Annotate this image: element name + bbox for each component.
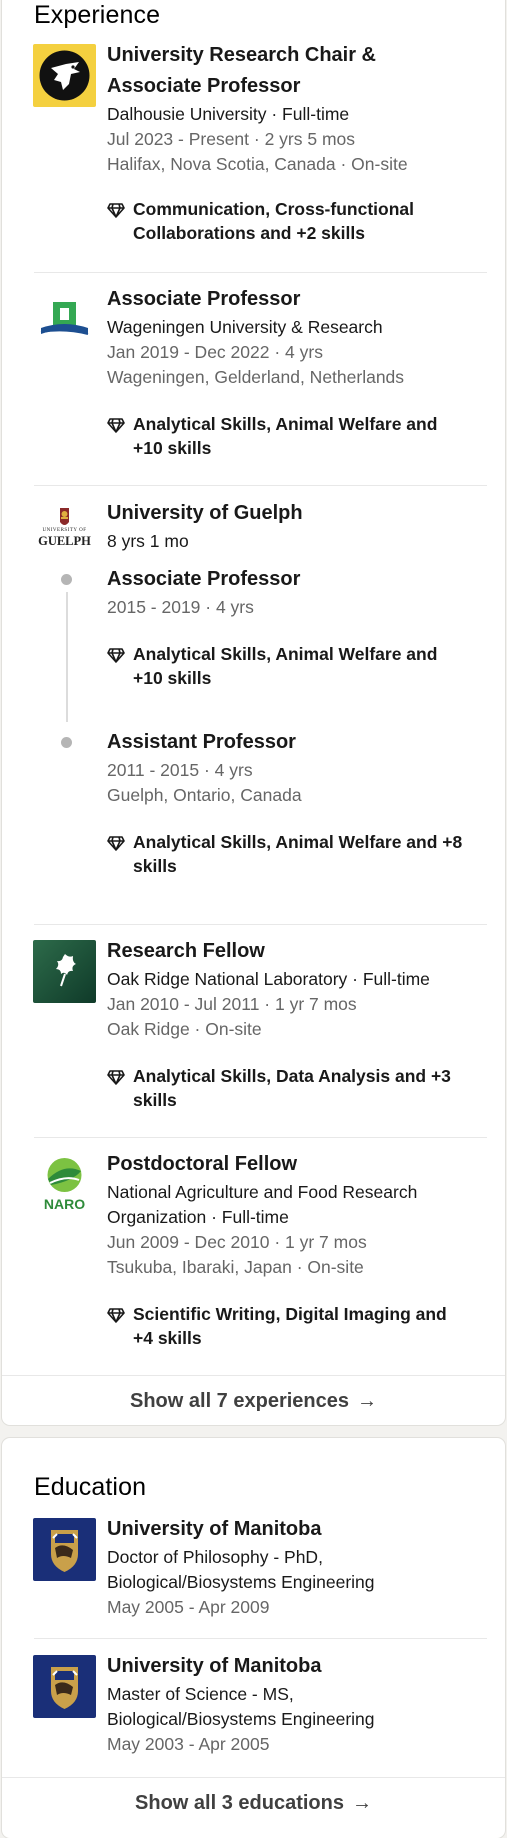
oak-ridge-logo[interactable]: [33, 940, 96, 1003]
skills-summary[interactable]: Analytical Skills, Animal Welfare and +8…: [107, 830, 487, 878]
job-title: Associate Professor: [107, 288, 301, 310]
diamond-icon: [107, 418, 125, 433]
company-name: Wageningen University & Research: [107, 317, 383, 337]
university-of-manitoba-logo[interactable]: [33, 1655, 96, 1718]
job-location: Oak Ridge · On-site: [107, 1019, 262, 1039]
divider: [34, 1638, 487, 1639]
skills-text: Analytical Skills, Data Analysis and +3: [133, 1066, 451, 1086]
guelph-logo-text: GUELPH: [38, 534, 91, 548]
company-name-cont: Organization · Full-time: [107, 1207, 289, 1227]
skills-text-cont: skills: [133, 1090, 177, 1110]
job-dates: Jul 2023 - Present · 2 yrs 5 mos: [107, 129, 356, 149]
diamond-icon: [107, 648, 125, 663]
skills-text-cont: +4 skills: [133, 1328, 202, 1348]
skills-text: Analytical Skills, Animal Welfare and +8: [133, 832, 463, 852]
position-assistant-professor[interactable]: Assistant Professor 2011 - 2015 · 4 yrs …: [107, 727, 487, 878]
show-all-educations-button[interactable]: Show all 3 educations →: [2, 1778, 505, 1828]
diamond-icon: [107, 1308, 125, 1323]
dalhousie-logo[interactable]: [33, 44, 96, 107]
skills-summary[interactable]: Communication, Cross-functional Collabor…: [107, 197, 487, 245]
skills-text-cont: +10 skills: [133, 438, 212, 458]
skills-text-cont: +10 skills: [133, 668, 212, 688]
education-heading: Education: [34, 1473, 147, 1501]
job-dates: Jun 2009 - Dec 2010 · 1 yr 7 mos: [107, 1232, 367, 1252]
show-all-experiences-button[interactable]: Show all 7 experiences →: [2, 1376, 505, 1425]
education-dates: May 2005 - Apr 2009: [107, 1597, 270, 1617]
naro-logo[interactable]: NARO: [33, 1153, 96, 1216]
experience-section: Experience University Research Chair & A…: [2, 0, 505, 1425]
show-all-label: Show all 3 educations: [135, 1791, 344, 1814]
education-dates: May 2003 - Apr 2005: [107, 1734, 270, 1754]
skills-summary[interactable]: Analytical Skills, Animal Welfare and +1…: [107, 412, 487, 460]
timeline-line: [66, 592, 68, 722]
diamond-icon: [107, 203, 125, 218]
timeline-dot: [61, 574, 72, 585]
skills-summary[interactable]: Analytical Skills, Animal Welfare and +1…: [107, 642, 487, 690]
skills-text-cont: Collaborations and +2 skills: [133, 223, 365, 243]
job-location: Wageningen, Gelderland, Netherlands: [107, 367, 405, 387]
education-section: Education University of Manitoba Doctor …: [2, 1438, 505, 1838]
skills-text: Analytical Skills, Animal Welfare and: [133, 644, 438, 664]
job-dates: 2011 - 2015 · 4 yrs: [107, 760, 253, 780]
arrow-right-icon: →: [351, 1791, 372, 1814]
guelph-logo-caption: UNIVERSITY OF: [42, 528, 87, 533]
job-title-cont: Associate Professor: [107, 75, 301, 97]
job-title: Postdoctoral Fellow: [107, 1153, 298, 1175]
diamond-icon: [107, 1070, 125, 1085]
skills-summary[interactable]: Analytical Skills, Data Analysis and +3 …: [107, 1064, 487, 1112]
job-title: Assistant Professor: [107, 731, 296, 753]
skills-text-cont: skills: [133, 856, 177, 876]
job-dates: Jan 2010 - Jul 2011 · 1 yr 7 mos: [107, 994, 357, 1014]
tenure: 8 yrs 1 mo: [107, 531, 189, 551]
wageningen-logo[interactable]: [33, 288, 96, 351]
job-title: Associate Professor: [107, 568, 301, 590]
degree: Doctor of Philosophy - PhD,: [107, 1547, 323, 1567]
job-location: Halifax, Nova Scotia, Canada · On-site: [107, 154, 408, 174]
show-all-label: Show all 7 experiences: [130, 1389, 349, 1412]
guelph-logo[interactable]: UNIVERSITY OF GUELPH: [33, 502, 96, 565]
field-of-study: Biological/Biosystems Engineering: [107, 1572, 375, 1592]
company-name: University of Guelph: [107, 502, 303, 524]
company-name: National Agriculture and Food Research: [107, 1182, 418, 1202]
timeline-dot: [61, 737, 72, 748]
job-dates: Jan 2019 - Dec 2022 · 4 yrs: [107, 342, 323, 362]
divider: [34, 485, 487, 486]
skills-text: Communication, Cross-functional: [133, 199, 414, 219]
divider: [34, 272, 487, 273]
school-name: University of Manitoba: [107, 1518, 322, 1540]
divider: [34, 1137, 487, 1138]
experience-heading: Experience: [34, 1, 161, 29]
skills-text: Analytical Skills, Animal Welfare and: [133, 414, 438, 434]
skills-text: Scientific Writing, Digital Imaging and: [133, 1304, 447, 1324]
job-dates: 2015 - 2019 · 4 yrs: [107, 597, 254, 617]
university-of-manitoba-logo[interactable]: [33, 1518, 96, 1581]
company-name: Dalhousie University · Full-time: [107, 104, 350, 124]
company-name: Oak Ridge National Laboratory · Full-tim…: [107, 969, 430, 989]
skills-summary[interactable]: Scientific Writing, Digital Imaging and …: [107, 1302, 487, 1350]
school-name: University of Manitoba: [107, 1655, 322, 1677]
field-of-study: Biological/Biosystems Engineering: [107, 1709, 375, 1729]
job-title: University Research Chair &: [107, 44, 377, 66]
job-location: Guelph, Ontario, Canada: [107, 785, 302, 805]
job-title: Research Fellow: [107, 940, 265, 962]
divider: [34, 924, 487, 925]
degree: Master of Science - MS,: [107, 1684, 294, 1704]
arrow-right-icon: →: [357, 1389, 377, 1412]
naro-logo-text: NARO: [43, 1196, 86, 1212]
job-location: Tsukuba, Ibaraki, Japan · On-site: [107, 1257, 364, 1277]
diamond-icon: [107, 836, 125, 851]
position-associate-professor[interactable]: Associate Professor 2015 - 2019 · 4 yrs …: [107, 564, 487, 690]
